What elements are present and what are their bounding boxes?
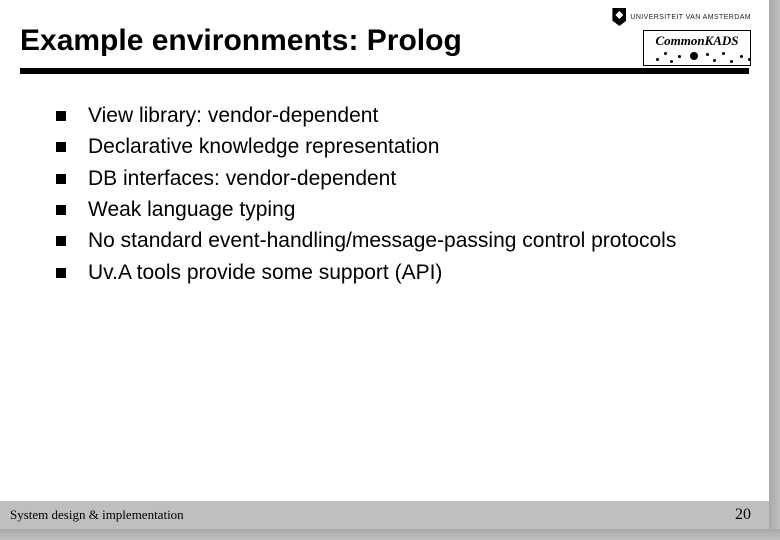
commonkads-graphic	[650, 50, 744, 64]
shield-icon	[612, 8, 626, 26]
commonkads-label: CommonKADS	[650, 33, 744, 49]
footer-title: System design & implementation	[10, 507, 184, 523]
list-item: No standard event-handling/message-passi…	[56, 227, 739, 255]
shadow-bottom	[0, 529, 780, 540]
page-number: 20	[735, 506, 751, 524]
list-item: Uv.A tools provide some support (API)	[56, 259, 739, 287]
list-item: DB interfaces: vendor-dependent	[56, 165, 739, 193]
slide-body: View library: vendor-dependent Declarati…	[0, 74, 769, 287]
list-item: Declarative knowledge representation	[56, 133, 739, 161]
list-item: Weak language typing	[56, 196, 739, 224]
slide-container: Example environments: Prolog UNIVERSITEI…	[0, 0, 780, 540]
slide-footer: System design & implementation 20	[0, 501, 769, 529]
list-item: View library: vendor-dependent	[56, 102, 739, 130]
slide-header: Example environments: Prolog UNIVERSITEI…	[0, 0, 769, 68]
logo-area: UNIVERSITEIT VAN AMSTERDAM CommonKADS	[612, 8, 751, 66]
slide: Example environments: Prolog UNIVERSITEI…	[0, 0, 769, 529]
bullet-list: View library: vendor-dependent Declarati…	[56, 102, 739, 287]
university-label: UNIVERSITEIT VAN AMSTERDAM	[630, 14, 751, 21]
shadow-right	[769, 0, 780, 540]
university-logo: UNIVERSITEIT VAN AMSTERDAM	[612, 8, 751, 26]
commonkads-logo: CommonKADS	[643, 30, 751, 66]
